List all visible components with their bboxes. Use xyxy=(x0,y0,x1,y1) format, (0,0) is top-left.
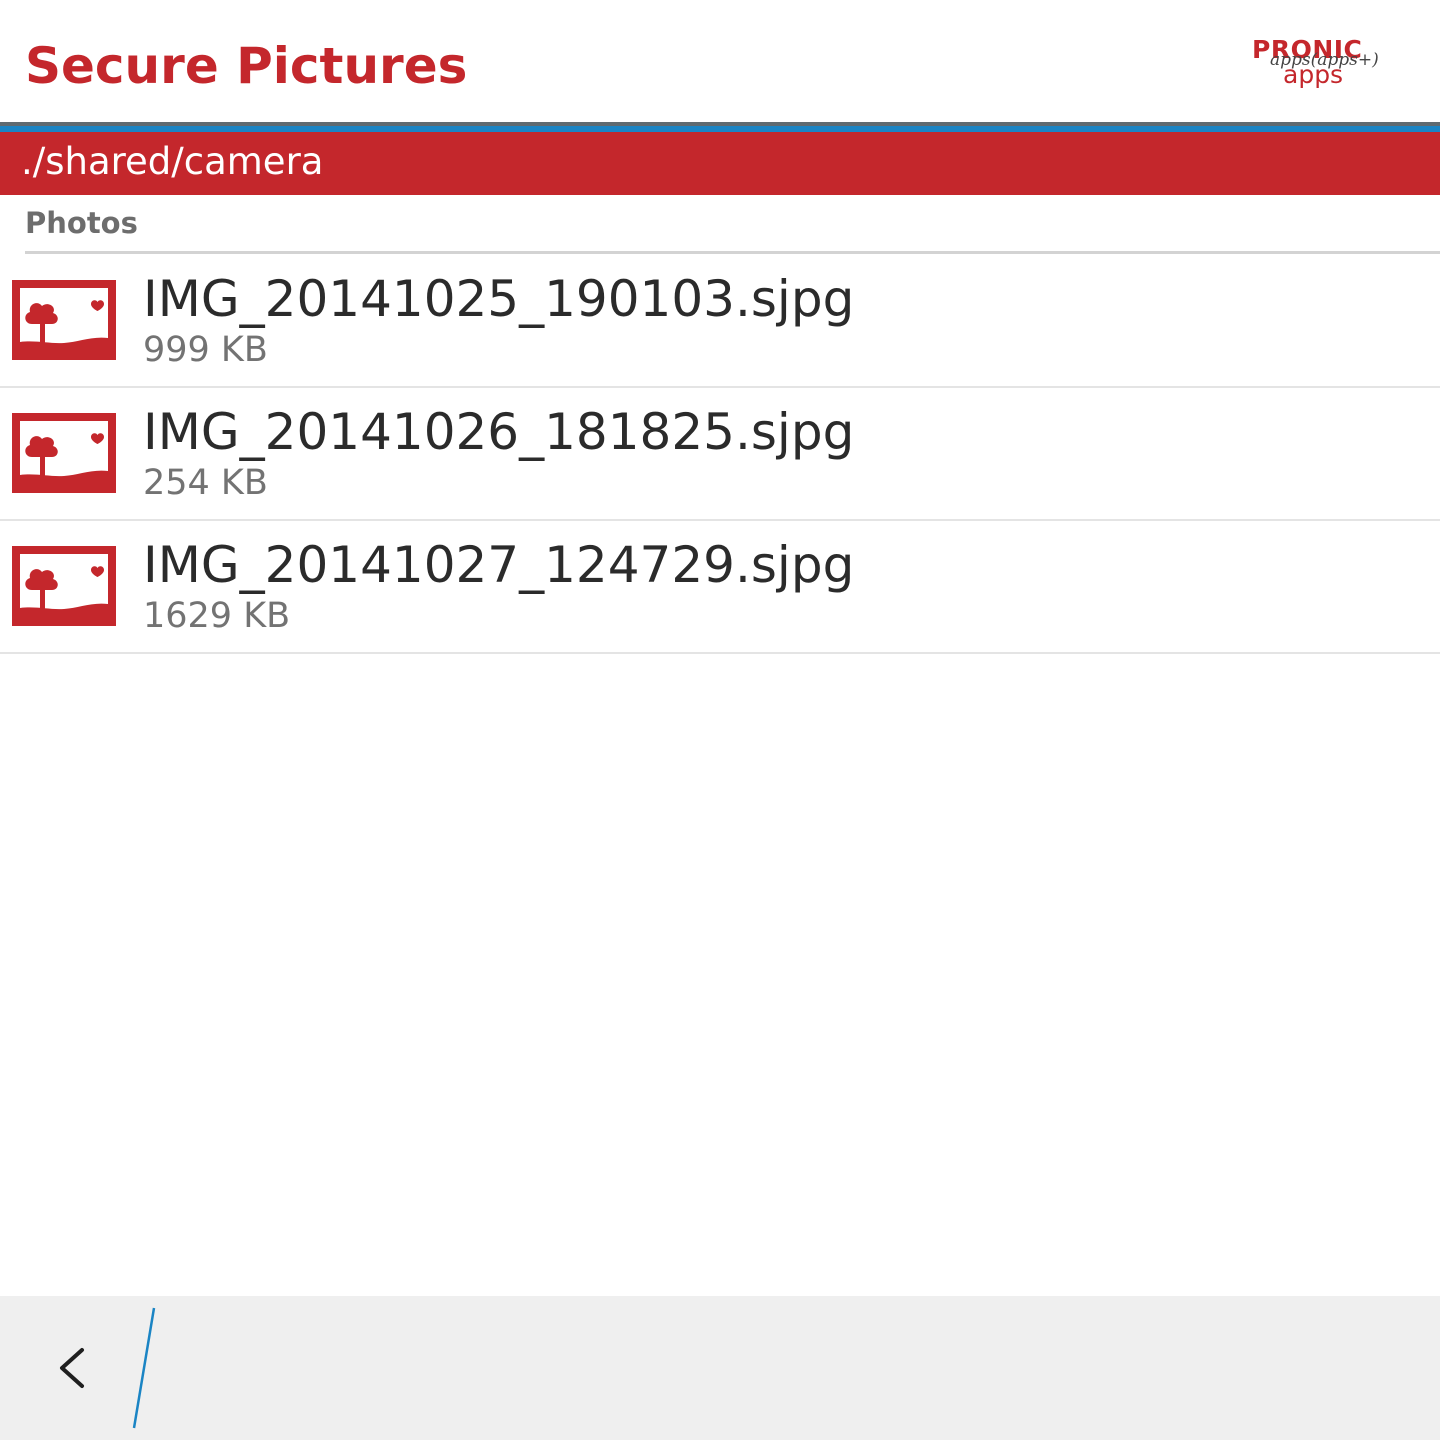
file-name: IMG_20141026_181825.sjpg xyxy=(143,403,855,461)
picture-icon xyxy=(12,280,116,360)
chevron-left-icon xyxy=(60,1348,84,1388)
section-label: Photos xyxy=(25,206,138,240)
file-name: IMG_20141025_190103.sjpg xyxy=(143,270,855,328)
back-button[interactable] xyxy=(30,1326,120,1410)
section-divider xyxy=(25,251,1440,254)
pronic-apps-logo: PRONIC apps(apps+) apps xyxy=(1246,34,1408,98)
action-bar xyxy=(0,1296,1440,1440)
title-bar: Secure Pictures PRONIC apps(apps+) apps xyxy=(0,0,1440,122)
file-size: 999 KB xyxy=(143,330,268,370)
picture-icon xyxy=(12,546,116,626)
action-bar-divider xyxy=(132,1307,156,1429)
list-item[interactable]: IMG_20141025_190103.sjpg 999 KB xyxy=(0,255,1440,388)
list-item[interactable]: IMG_20141027_124729.sjpg 1629 KB xyxy=(0,521,1440,654)
app-title: Secure Pictures xyxy=(25,37,468,95)
section-header: Photos xyxy=(0,195,1440,255)
file-list: IMG_20141025_190103.sjpg 999 KB IMG_2014… xyxy=(0,255,1440,654)
file-size: 1629 KB xyxy=(143,596,291,636)
app-window: Secure Pictures PRONIC apps(apps+) apps … xyxy=(0,0,1440,1440)
brand-sub: apps xyxy=(1283,60,1344,89)
file-size: 254 KB xyxy=(143,463,268,503)
file-name: IMG_20141027_124729.sjpg xyxy=(143,536,855,594)
current-path: ./shared/camera xyxy=(21,140,324,183)
list-item[interactable]: IMG_20141026_181825.sjpg 254 KB xyxy=(0,388,1440,521)
picture-icon xyxy=(12,413,116,493)
path-bar: ./shared/camera xyxy=(0,132,1440,195)
